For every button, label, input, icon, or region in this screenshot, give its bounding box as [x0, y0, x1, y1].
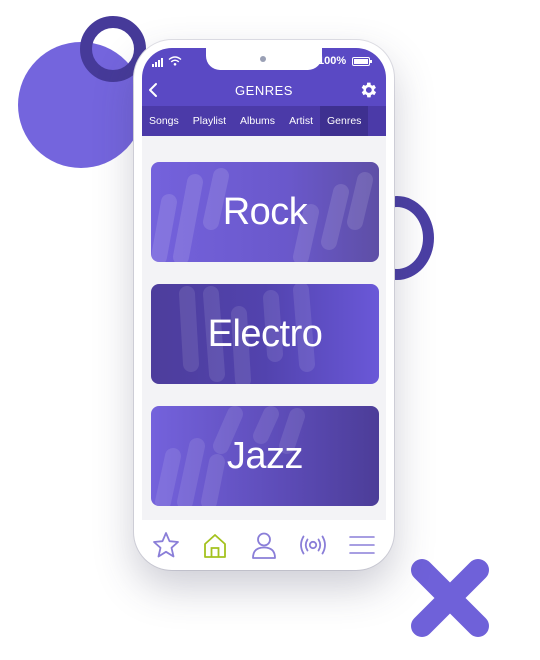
menu-icon	[348, 536, 375, 554]
decorative-x-shape	[411, 559, 489, 637]
broadcast-icon	[299, 535, 326, 555]
battery-icon	[352, 57, 372, 66]
notch	[206, 48, 322, 70]
tab-playlist[interactable]: Playlist	[186, 106, 233, 136]
nav-menu[interactable]	[342, 525, 382, 562]
star-icon	[153, 532, 180, 558]
nav-profile[interactable]	[244, 525, 284, 562]
genre-card-electro[interactable]: Electro	[151, 284, 379, 384]
page-title: GENRES	[235, 83, 293, 98]
wifi-icon	[168, 56, 182, 66]
phone-screen: 100% GENRES Songs Playlist Albums Artist…	[142, 48, 386, 562]
nav-favorites[interactable]	[146, 525, 186, 562]
home-icon	[204, 534, 227, 558]
phone-frame: 100% GENRES Songs Playlist Albums Artist…	[134, 40, 394, 570]
tab-albums[interactable]: Albums	[233, 106, 282, 136]
camera-dot	[260, 56, 266, 62]
nav-home[interactable]	[195, 525, 235, 562]
bottom-navigation	[142, 520, 386, 562]
genre-label: Rock	[222, 190, 308, 233]
genre-list: Rock Electro Jazz	[142, 136, 386, 532]
genre-label: Electro	[207, 312, 323, 355]
tab-songs[interactable]: Songs	[142, 106, 186, 136]
tab-bar: Songs Playlist Albums Artist Genres	[142, 106, 386, 136]
gear-icon[interactable]	[358, 80, 378, 100]
tab-artist[interactable]: Artist	[282, 106, 320, 136]
signal-icon	[152, 58, 163, 67]
genre-card-rock[interactable]: Rock	[151, 162, 379, 262]
battery-percent: 100%	[318, 55, 347, 67]
status-bar: 100%	[142, 48, 386, 74]
genre-card-jazz[interactable]: Jazz	[151, 406, 379, 506]
nav-radio[interactable]	[293, 525, 333, 562]
tab-genres[interactable]: Genres	[319, 106, 369, 136]
user-icon	[252, 532, 276, 559]
header: GENRES	[142, 74, 386, 106]
genre-label: Jazz	[226, 434, 304, 477]
